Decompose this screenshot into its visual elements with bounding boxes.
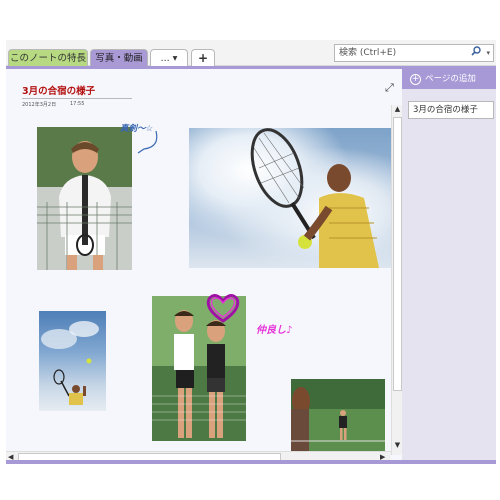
photo-player-sky-art (41, 321, 99, 405)
annotation-arrow-icon (137, 130, 158, 154)
annotation-friends[interactable]: 仲良し♪ (256, 321, 292, 336)
tab-more[interactable]: ... ▾ (150, 49, 188, 67)
photo-woman-ready[interactable] (37, 127, 132, 270)
photo-woman-ready-art (37, 127, 132, 270)
photo-court-player[interactable] (291, 379, 385, 451)
search-input[interactable]: 検索 (Ctrl+E) (339, 48, 396, 58)
expand-icon[interactable]: ⤢ (385, 81, 394, 95)
bottom-accent-bar (6, 460, 496, 464)
tab-notebook-features[interactable]: このノートの特長 (8, 49, 88, 67)
vertical-scroll-thumb[interactable] (393, 117, 402, 391)
page-title[interactable]: 3月の合宿の様子 (22, 83, 95, 97)
add-page-label: ページの追加 (425, 74, 476, 84)
photo-man-racket-art (250, 128, 379, 268)
heart-doodle-icon (206, 294, 240, 323)
search-icon[interactable] (471, 46, 481, 62)
photo-man-racket[interactable] (189, 128, 391, 268)
page-list-item[interactable]: 3月の合宿の様子 (408, 101, 494, 119)
vertical-scrollbar[interactable]: ▲ ▼ (391, 105, 402, 455)
page-list-panel: + ページの追加 3月の合宿の様子 (402, 66, 496, 460)
photo-player-sky[interactable] (39, 311, 106, 411)
page-header: 3月の合宿の様子 (22, 83, 95, 97)
page-time: 17:55 (70, 101, 85, 107)
scroll-up-icon[interactable]: ▲ (393, 105, 402, 113)
title-underline (22, 98, 132, 99)
search-scope-dropdown-icon[interactable]: ▾ (486, 45, 490, 61)
page-canvas[interactable]: 3月の合宿の様子 2012年3月2日 17:55 ⤢ 真剣～☆ 仲良し♪ ▲ ▼… (6, 66, 402, 463)
add-page-button[interactable]: + ページの追加 (402, 69, 496, 89)
add-page-icon: + (410, 74, 421, 85)
section-tab-bar: このノートの特長 写真・動画 ... ▾ + 検索 (Ctrl+E) ▾ (6, 40, 496, 67)
page-date: 2012年3月2日 (22, 102, 57, 108)
scroll-down-icon[interactable]: ▼ (393, 441, 402, 449)
search-box[interactable]: 検索 (Ctrl+E) ▾ (334, 44, 494, 62)
onenote-window: このノートの特長 写真・動画 ... ▾ + 検索 (Ctrl+E) ▾ 3月の… (6, 40, 496, 464)
tab-add-section[interactable]: + (191, 49, 215, 67)
tab-photos-videos[interactable]: 写真・動画 (90, 49, 148, 67)
photo-court-player-art (291, 379, 385, 451)
